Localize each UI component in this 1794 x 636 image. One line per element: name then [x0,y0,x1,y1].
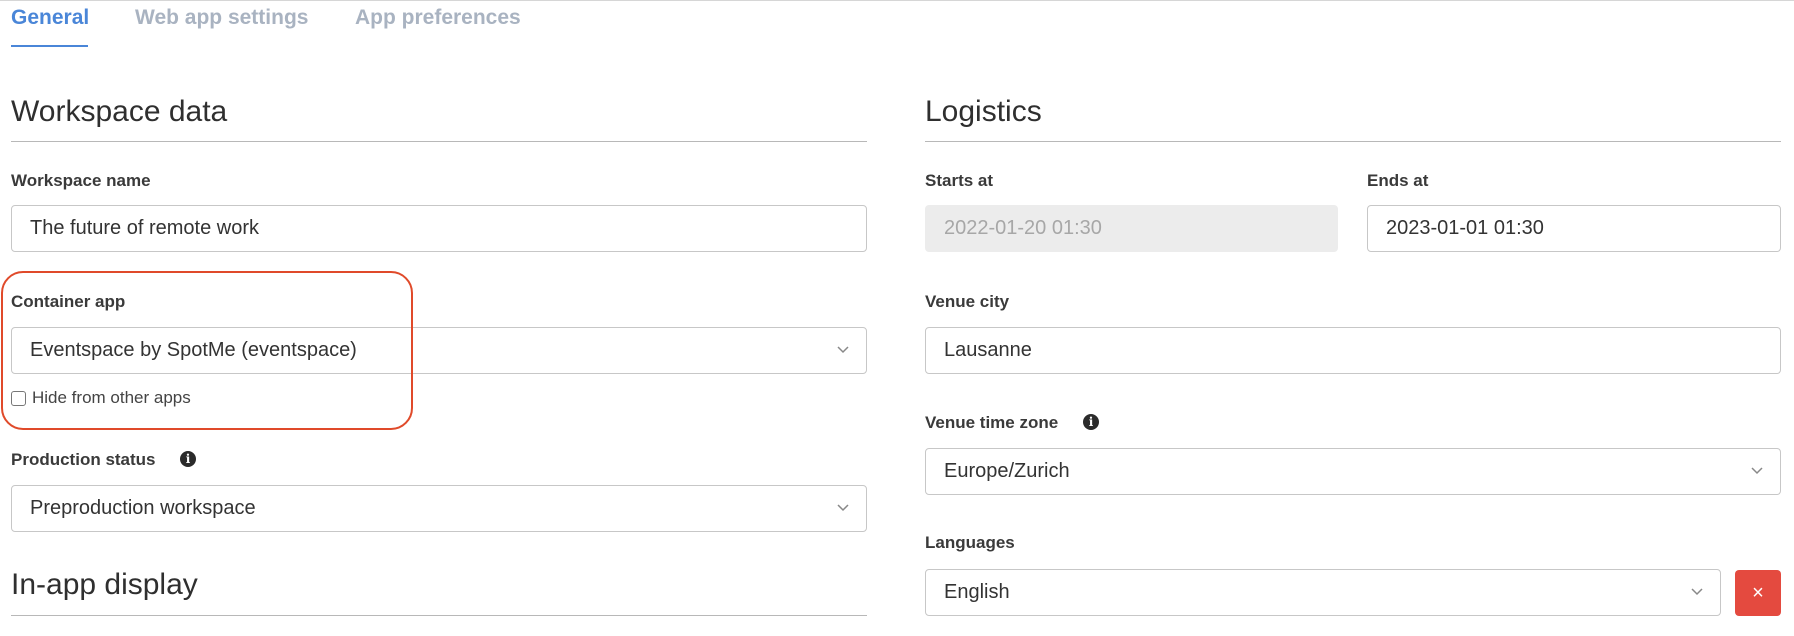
ends-at-label: Ends at [1367,171,1429,190]
venue-time-zone-label: Venue time zone [925,413,1059,432]
in-app-display-divider [11,615,867,616]
active-tab-indicator [11,45,88,47]
venue-city-input[interactable]: Lausanne [925,327,1781,374]
ends-at-input[interactable]: 2023-01-01 01:30 [1367,205,1781,252]
languages-value: English [944,581,1010,603]
chevron-down-icon [1691,588,1703,596]
chevron-down-icon [837,504,849,512]
languages-label: Languages [925,533,1015,552]
production-status-value: Preproduction workspace [30,497,256,519]
venue-time-zone-value: Europe/Zurich [944,460,1070,482]
logistics-title: Logistics [925,95,1042,128]
in-app-display-title: In-app display [11,568,198,601]
tab-bar: General Web app settings App preferences [11,0,1791,48]
tab-web-app-settings[interactable]: Web app settings [135,6,308,30]
logistics-divider [925,141,1781,142]
workspace-name-input[interactable]: The future of remote work [11,205,867,252]
highlight-annotation [1,271,413,430]
production-status-label: Production status [11,450,156,469]
tab-general[interactable]: General [11,6,89,30]
starts-at-label: Starts at [925,171,994,190]
chevron-down-icon [1751,467,1763,475]
remove-language-button[interactable]: × [1735,570,1781,616]
starts-at-input: 2022-01-20 01:30 [925,205,1338,252]
chevron-down-icon [837,346,849,354]
venue-time-zone-select[interactable]: Europe/Zurich [925,448,1781,495]
production-status-select[interactable]: Preproduction workspace [11,485,867,532]
workspace-data-divider [11,141,867,142]
venue-city-label: Venue city [925,292,1010,311]
languages-select[interactable]: English [925,569,1721,616]
workspace-name-label: Workspace name [11,171,151,190]
info-icon[interactable]: i [180,451,196,467]
workspace-data-title: Workspace data [11,95,228,128]
info-icon[interactable]: i [1083,414,1099,430]
tab-app-preferences[interactable]: App preferences [355,6,521,30]
